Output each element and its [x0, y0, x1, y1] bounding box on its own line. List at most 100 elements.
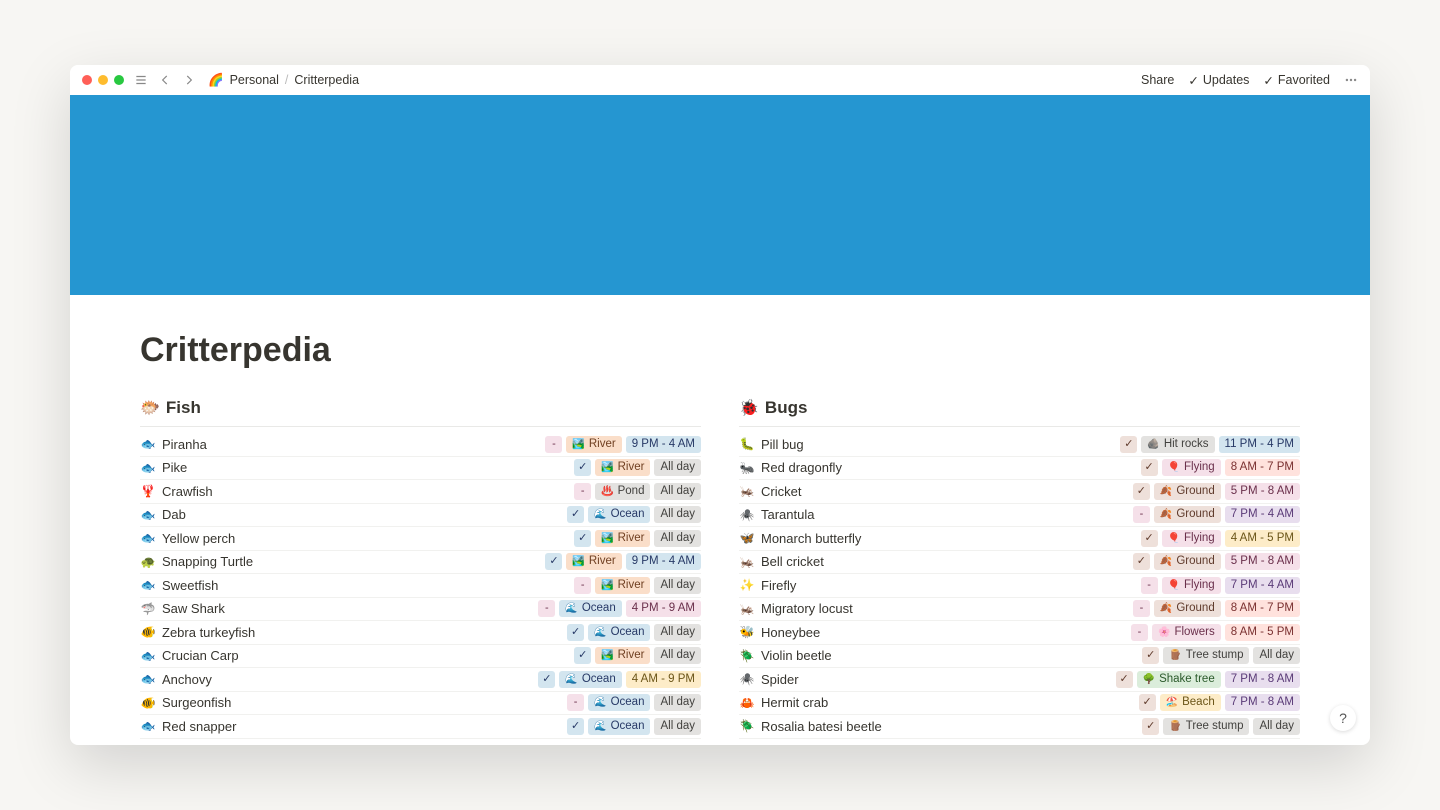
- list-item[interactable]: 🦞Crawfish-♨️PondAll day: [140, 480, 701, 504]
- item-name[interactable]: Red dragonfly: [761, 460, 1135, 475]
- list-item[interactable]: 🐟Anchovy✓🌊Ocean4 AM - 9 PM: [140, 668, 701, 692]
- item-name[interactable]: Tarantula: [761, 507, 1127, 522]
- item-name[interactable]: Hermit crab: [761, 695, 1133, 710]
- time-tag[interactable]: All day: [654, 459, 701, 476]
- location-tag[interactable]: 🎈Flying: [1162, 459, 1221, 476]
- list-item[interactable]: 🪲Rosalia batesi beetle✓🪵Tree stumpAll da…: [739, 715, 1300, 739]
- time-tag[interactable]: 7 PM - 8 AM: [1225, 671, 1300, 688]
- caught-tag[interactable]: ✓: [567, 624, 584, 641]
- list-item[interactable]: 🐟Red snapper✓🌊OceanAll day: [140, 715, 701, 739]
- item-name[interactable]: Firefly: [761, 578, 1135, 593]
- location-tag[interactable]: 🪵Tree stump: [1163, 647, 1249, 664]
- item-name[interactable]: Migratory locust: [761, 601, 1127, 616]
- location-tag[interactable]: 🌊Ocean: [588, 694, 650, 711]
- time-tag[interactable]: All day: [1253, 718, 1300, 735]
- list-item[interactable]: 🐟Sweetfish-🏞️RiverAll day: [140, 574, 701, 598]
- item-name[interactable]: Snapping Turtle: [162, 554, 539, 569]
- list-item[interactable]: 🐟Crucian Carp✓🏞️RiverAll day: [140, 645, 701, 669]
- help-button[interactable]: ?: [1330, 705, 1356, 731]
- caught-tag[interactable]: ✓: [1139, 694, 1156, 711]
- location-tag[interactable]: 🌸Flowers: [1152, 624, 1221, 641]
- updates-button[interactable]: ✓ Updates: [1188, 73, 1249, 88]
- list-item[interactable]: 🐛Pill bug✓🪨Hit rocks11 PM - 4 PM: [739, 433, 1300, 457]
- time-tag[interactable]: 5 PM - 8 AM: [1225, 553, 1300, 570]
- list-item[interactable]: 🪲Violin beetle✓🪵Tree stumpAll day: [739, 645, 1300, 669]
- location-tag[interactable]: 🌊Ocean: [588, 624, 650, 641]
- time-tag[interactable]: All day: [654, 506, 701, 523]
- list-item[interactable]: 🕷️Tarantula-🍂Ground7 PM - 4 AM: [739, 504, 1300, 528]
- time-tag[interactable]: All day: [654, 694, 701, 711]
- page-cover[interactable]: [70, 95, 1370, 295]
- item-name[interactable]: Rosalia batesi beetle: [761, 719, 1136, 734]
- location-tag[interactable]: 🏞️River: [595, 647, 650, 664]
- location-tag[interactable]: 🏞️River: [566, 553, 621, 570]
- item-name[interactable]: Pike: [162, 460, 568, 475]
- list-item[interactable]: 🐜Red dragonfly✓🎈Flying8 AM - 7 PM: [739, 457, 1300, 481]
- item-name[interactable]: Zebra turkeyfish: [162, 625, 561, 640]
- list-item[interactable]: 🐟Dab✓🌊OceanAll day: [140, 504, 701, 528]
- location-tag[interactable]: 🍂Ground: [1154, 483, 1221, 500]
- location-tag[interactable]: 🪨Hit rocks: [1141, 436, 1214, 453]
- time-tag[interactable]: All day: [654, 530, 701, 547]
- location-tag[interactable]: 🌳Shake tree: [1137, 671, 1221, 688]
- item-name[interactable]: Sweetfish: [162, 578, 568, 593]
- list-item[interactable]: 🐟Yellow perch✓🏞️RiverAll day: [140, 527, 701, 551]
- back-arrow-icon[interactable]: [158, 73, 172, 87]
- item-name[interactable]: Spider: [761, 672, 1110, 687]
- list-item[interactable]: 🐠Surgeonfish-🌊OceanAll day: [140, 692, 701, 716]
- time-tag[interactable]: 8 AM - 7 PM: [1225, 459, 1300, 476]
- location-tag[interactable]: 🌊Ocean: [559, 600, 621, 617]
- list-item[interactable]: 🦋Monarch butterfly✓🎈Flying4 AM - 5 PM: [739, 527, 1300, 551]
- time-tag[interactable]: 7 PM - 4 AM: [1225, 577, 1300, 594]
- caught-tag[interactable]: -: [1141, 577, 1158, 594]
- caught-tag[interactable]: ✓: [574, 647, 591, 664]
- caught-tag[interactable]: -: [1131, 624, 1148, 641]
- time-tag[interactable]: All day: [1253, 647, 1300, 664]
- list-item[interactable]: 🐠Zebra turkeyfish✓🌊OceanAll day: [140, 621, 701, 645]
- time-tag[interactable]: All day: [654, 718, 701, 735]
- time-tag[interactable]: 7 PM - 4 AM: [1225, 506, 1300, 523]
- caught-tag[interactable]: ✓: [574, 530, 591, 547]
- location-tag[interactable]: 🎈Flying: [1162, 530, 1221, 547]
- caught-tag[interactable]: ✓: [567, 506, 584, 523]
- caught-tag[interactable]: -: [1133, 506, 1150, 523]
- location-tag[interactable]: 🪵Tree stump: [1163, 718, 1249, 735]
- caught-tag[interactable]: -: [538, 600, 555, 617]
- list-item[interactable]: 🐢Snapping Turtle✓🏞️River9 PM - 4 AM: [140, 551, 701, 575]
- list-item[interactable]: 🕷️Spider✓🌳Shake tree7 PM - 8 AM: [739, 668, 1300, 692]
- location-tag[interactable]: 🍂Ground: [1154, 600, 1221, 617]
- time-tag[interactable]: 4 AM - 5 PM: [1225, 530, 1300, 547]
- location-tag[interactable]: 🍂Ground: [1154, 506, 1221, 523]
- item-name[interactable]: Cricket: [761, 484, 1127, 499]
- caught-tag[interactable]: -: [567, 694, 584, 711]
- item-name[interactable]: Bell cricket: [761, 554, 1127, 569]
- caught-tag[interactable]: ✓: [567, 718, 584, 735]
- close-window-icon[interactable]: [82, 75, 92, 85]
- hamburger-icon[interactable]: [134, 73, 148, 87]
- time-tag[interactable]: 4 PM - 9 AM: [626, 600, 701, 617]
- time-tag[interactable]: 8 AM - 5 PM: [1225, 624, 1300, 641]
- location-tag[interactable]: ♨️Pond: [595, 483, 650, 500]
- caught-tag[interactable]: ✓: [1142, 647, 1159, 664]
- list-item[interactable]: 🐟Piranha-🏞️River9 PM - 4 AM: [140, 433, 701, 457]
- caught-tag[interactable]: ✓: [1120, 436, 1137, 453]
- time-tag[interactable]: 9 PM - 4 AM: [626, 553, 701, 570]
- page-title[interactable]: Critterpedia: [140, 331, 1300, 370]
- caught-tag[interactable]: ✓: [1116, 671, 1133, 688]
- location-tag[interactable]: 🏞️River: [595, 577, 650, 594]
- item-name[interactable]: Piranha: [162, 437, 539, 452]
- location-tag[interactable]: 🍂Ground: [1154, 553, 1221, 570]
- caught-tag[interactable]: ✓: [538, 671, 555, 688]
- item-name[interactable]: Monarch butterfly: [761, 531, 1135, 546]
- caught-tag[interactable]: ✓: [1142, 718, 1159, 735]
- item-name[interactable]: Pill bug: [761, 437, 1114, 452]
- time-tag[interactable]: 5 PM - 8 AM: [1225, 483, 1300, 500]
- location-tag[interactable]: 🌊Ocean: [588, 506, 650, 523]
- location-tag[interactable]: 🏞️River: [595, 530, 650, 547]
- caught-tag[interactable]: -: [574, 483, 591, 500]
- breadcrumb-parent[interactable]: Personal: [230, 73, 279, 87]
- fish-header[interactable]: 🐡 Fish: [140, 398, 701, 427]
- time-tag[interactable]: All day: [654, 647, 701, 664]
- list-item[interactable]: 🦗Migratory locust-🍂Ground8 AM - 7 PM: [739, 598, 1300, 622]
- time-tag[interactable]: 11 PM - 4 PM: [1219, 436, 1300, 453]
